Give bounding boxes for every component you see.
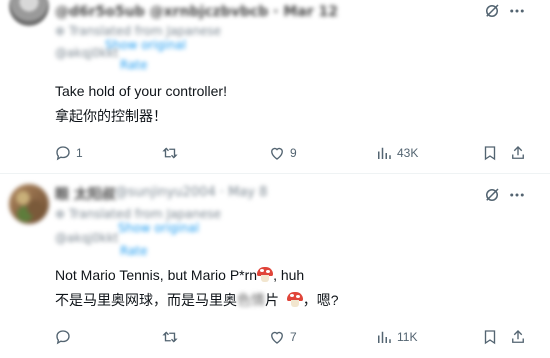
avatar[interactable] — [9, 0, 49, 26]
tweet-header-blurred: @d6r5o5ub @xrnbjczbvbcb · Mar 12 — [55, 4, 338, 20]
grok-icon[interactable] — [483, 2, 501, 20]
source-handle-blurred: @akqj0kkt — [55, 231, 119, 245]
handle-date-blurred[interactable]: @sunjinyu2004 · May 8 — [115, 185, 267, 200]
display-name-blurred[interactable]: 眼 太阳叔 — [55, 184, 116, 204]
text-segment: Not Mario Tennis, but Mario P*rn — [55, 267, 258, 283]
repost-icon — [162, 331, 178, 343]
views-button[interactable]: 11K — [375, 328, 417, 346]
translated-label-blurred: ⊕ Translated from Japanese — [55, 207, 222, 221]
rate-link[interactable]: Rate — [120, 58, 148, 72]
reply-count: 1 — [76, 146, 83, 160]
repost-button[interactable] — [161, 144, 183, 162]
source-handle-blurred: @akqj0kkt — [55, 46, 119, 60]
share-button[interactable] — [509, 144, 527, 162]
like-count: 9 — [290, 146, 297, 160]
text-segment: ，嗯? — [302, 292, 339, 308]
more-icon[interactable] — [508, 186, 526, 204]
bookmark-button[interactable] — [481, 144, 499, 162]
text-segment: 片 — [265, 292, 279, 308]
views-count: 11K — [397, 330, 418, 344]
tweet-text-line-2: 拿起你的控制器！ — [55, 108, 167, 124]
like-button[interactable]: 7 — [268, 328, 297, 346]
views-icon — [378, 147, 391, 159]
share-button[interactable] — [509, 328, 527, 346]
censored-text: 色情 — [237, 292, 265, 308]
reply-button[interactable] — [54, 328, 76, 346]
show-original-link[interactable]: Show original — [118, 221, 199, 235]
text-segment: , huh — [273, 267, 305, 283]
repost-icon — [162, 147, 178, 159]
grok-icon[interactable] — [483, 186, 501, 204]
reply-icon — [56, 146, 70, 161]
text-segment: 不是马里奥网球，而是马里奥 — [55, 292, 237, 308]
mushroom-emoji — [286, 292, 303, 307]
views-icon — [378, 331, 391, 343]
mushroom-emoji — [257, 267, 274, 282]
tweet-text-line-1: Not Mario Tennis, but Mario P*rn , huh — [55, 266, 304, 284]
bookmark-icon — [484, 330, 496, 345]
views-count: 43K — [397, 146, 419, 160]
views-button[interactable]: 43K — [375, 144, 418, 162]
bookmark-icon — [484, 146, 496, 161]
tweet-text-line-2: 不是马里奥网球，而是马里奥色情片 ，嗯? — [55, 291, 339, 309]
heart-icon — [271, 331, 283, 344]
share-icon — [512, 330, 524, 343]
avatar[interactable] — [9, 184, 49, 224]
like-count: 7 — [290, 330, 297, 344]
translated-label-blurred: ⊕ Translated from Japanese — [55, 24, 222, 38]
share-icon — [512, 146, 524, 159]
bookmark-button[interactable] — [481, 328, 499, 346]
more-icon[interactable] — [508, 2, 526, 20]
tweet-2[interactable]: 眼 太阳叔 @sunjinyu2004 · May 8 ⊕ Translated… — [0, 174, 550, 358]
reply-icon — [56, 330, 70, 345]
like-button[interactable]: 9 — [268, 144, 297, 162]
tweet-text-line-1: Take hold of your controller! — [55, 83, 227, 99]
tweet-1[interactable]: @d6r5o5ub @xrnbjczbvbcb · Mar 12 ⊕ Trans… — [0, 0, 550, 173]
heart-icon — [271, 147, 283, 160]
rate-link[interactable]: Rate — [120, 244, 148, 258]
repost-button[interactable] — [161, 328, 183, 346]
reply-button[interactable]: 1 — [54, 144, 83, 162]
